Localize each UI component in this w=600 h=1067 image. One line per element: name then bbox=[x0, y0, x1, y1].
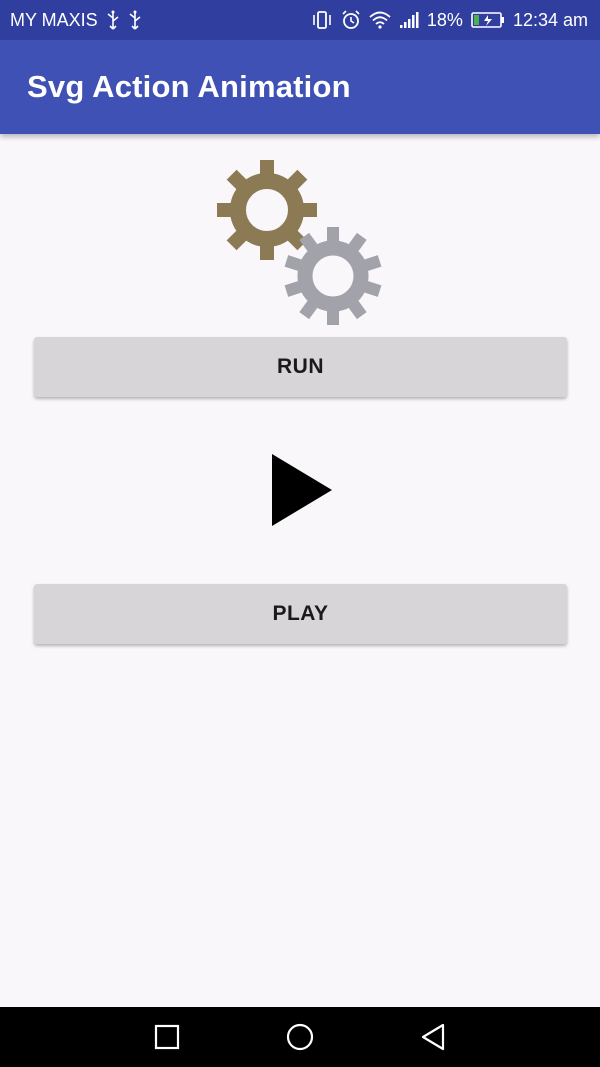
usb-icon bbox=[128, 10, 142, 30]
status-time: 12:34 am bbox=[512, 9, 588, 30]
status-bar: MY MAXIS 18% 12:34 am bbox=[0, 0, 600, 40]
play-graphic bbox=[268, 450, 338, 530]
recent-apps-icon bbox=[154, 1024, 180, 1050]
status-left: MY MAXIS bbox=[10, 0, 142, 40]
back-button[interactable] bbox=[393, 1007, 473, 1067]
app-title: Svg Action Animation bbox=[27, 69, 351, 104]
navigation-bar bbox=[0, 1007, 600, 1067]
alarm-icon bbox=[341, 10, 361, 30]
app-bar: Svg Action Animation bbox=[0, 40, 600, 134]
carrier-label: MY MAXIS bbox=[10, 9, 98, 30]
run-button[interactable]: RUN bbox=[34, 337, 567, 397]
usb-icon bbox=[106, 10, 120, 30]
gears-graphic bbox=[215, 158, 385, 328]
battery-percent: 18% bbox=[426, 9, 463, 30]
gears-icon bbox=[217, 160, 382, 325]
back-icon bbox=[421, 1023, 445, 1051]
home-icon bbox=[286, 1023, 314, 1051]
recent-apps-button[interactable] bbox=[127, 1007, 207, 1067]
status-right: 18% 12:34 am bbox=[311, 0, 588, 40]
gear-large-icon bbox=[217, 160, 317, 260]
play-icon bbox=[272, 454, 332, 526]
vibrate-icon bbox=[311, 10, 333, 30]
play-button[interactable]: PLAY bbox=[34, 584, 567, 644]
battery-charging-icon bbox=[471, 11, 505, 29]
signal-icon bbox=[399, 11, 419, 29]
home-button[interactable] bbox=[260, 1007, 340, 1067]
wifi-icon bbox=[369, 11, 391, 29]
